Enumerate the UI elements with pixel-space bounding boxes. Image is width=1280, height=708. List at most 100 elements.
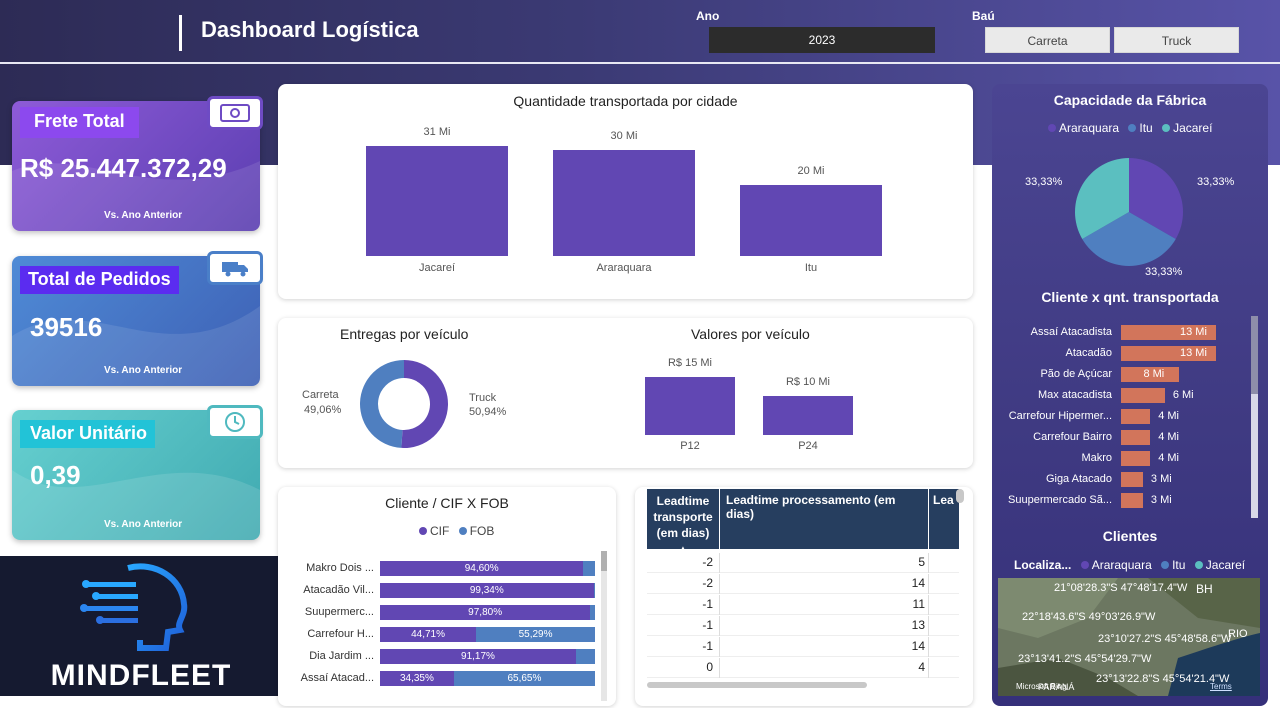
cliente-bar[interactable]: [1121, 472, 1143, 487]
cliente-bar-row[interactable]: Pão de Açúcar 8 Mi: [992, 367, 1268, 383]
column-divider: [719, 553, 720, 573]
cliente-scrollbar-thumb[interactable]: [1251, 316, 1258, 394]
cliente-bar-row[interactable]: Suupermercado Sã... 3 Mi: [992, 493, 1268, 509]
map-terms-link[interactable]: Terms: [1210, 682, 1232, 691]
row-label: Suupermerc...: [304, 606, 374, 618]
bar-value-label: 6 Mi: [1172, 389, 1194, 401]
bau-option-carreta[interactable]: Carreta: [985, 27, 1110, 53]
kpi-label: Total de Pedidos: [20, 266, 179, 294]
bar-fob[interactable]: 55,29%: [476, 627, 595, 642]
table-vertical-scrollbar-thumb[interactable]: [956, 489, 964, 503]
cliente-bar-row[interactable]: Carrefour Bairro 4 Mi: [992, 430, 1268, 446]
cif-fob-row[interactable]: Dia Jardim ... 91,17%: [278, 649, 618, 665]
cliente-bar[interactable]: [1121, 388, 1165, 403]
column-divider: [928, 553, 929, 573]
cif-fob-row[interactable]: Makro Dois ... 94,60%: [278, 561, 618, 577]
entregas-donut-chart: [360, 360, 448, 448]
cliente-bar-row[interactable]: Carrefour Hipermer... 4 Mi: [992, 409, 1268, 425]
bar-cif[interactable]: 91,17%: [380, 649, 576, 664]
map-coord: 23°13'41.2"S 45°54'29.7"W: [1018, 653, 1152, 665]
cell-leadtime-processamento: 11: [912, 597, 925, 611]
bar-cif[interactable]: 94,60%: [380, 561, 584, 576]
capacidade-legend: Araraquara Itu Jacareí: [1042, 121, 1212, 135]
cliente-bar[interactable]: [1121, 451, 1151, 466]
donut-slice-carreta[interactable]: [360, 360, 404, 448]
bar-0[interactable]: [366, 146, 508, 256]
bar-1[interactable]: [553, 149, 695, 256]
money-icon: [207, 96, 263, 130]
cliente-bar[interactable]: [1121, 430, 1151, 445]
table-horizontal-scrollbar-thumb[interactable]: [647, 682, 867, 688]
map-coord: 21°08'28.3"S 47°48'17.4"W: [1054, 582, 1188, 594]
row-label: Max atacadista: [1038, 389, 1112, 401]
bar-cif[interactable]: 34,35%: [380, 671, 454, 686]
clientes-map[interactable]: BH RIO PARANÁ 21°08'28.3"S 47°48'17.4"W …: [998, 578, 1260, 696]
table-row: -2 14: [647, 574, 959, 594]
legend-label: Itu: [1172, 558, 1186, 572]
cliente-bar-row[interactable]: Giga Atacado 3 Mi: [992, 472, 1268, 488]
valores-bar-1[interactable]: [763, 396, 853, 435]
valores-bar-0[interactable]: [645, 377, 735, 435]
bar-cif[interactable]: 97,80%: [380, 605, 591, 620]
kpi-value: R$ 25.447.372,29: [20, 153, 227, 183]
logo-text: MINDFLEET: [50, 659, 232, 692]
cliente-bar[interactable]: [1121, 409, 1151, 424]
legend-label-fob: FOB: [469, 524, 495, 538]
bar-fob[interactable]: [593, 583, 595, 598]
bar-cif[interactable]: 99,34%: [380, 583, 594, 598]
kpi-value: 0,39: [30, 460, 81, 490]
bar-category-label: P24: [798, 440, 818, 452]
donut-value-truck: 50,94%: [469, 406, 507, 418]
cif-scrollbar[interactable]: [601, 551, 607, 701]
capacidade-pie-chart: [1075, 158, 1183, 266]
legend-dot-araraquara: [1048, 124, 1056, 132]
legend-dot-fob: [458, 527, 467, 535]
bar-fob[interactable]: 65,65%: [453, 671, 595, 686]
header-label: Leadtime transporte (em dias): [653, 494, 713, 540]
bar-value-label: 20 Mi: [797, 165, 825, 178]
table-row: -1 14: [647, 637, 959, 657]
bar-2[interactable]: [740, 185, 882, 256]
map-coord: 23°10'27.2"S 45°48'58.6"W: [1098, 633, 1232, 645]
bar-fob[interactable]: [583, 561, 595, 576]
cif-fob-row[interactable]: Assaí Atacad... 34,35% 65,65%: [278, 671, 618, 687]
legend-label: Jacareí: [1173, 121, 1213, 135]
bar-category-label: Araraquara: [596, 262, 652, 274]
bar-cif[interactable]: 44,71%: [380, 627, 477, 642]
cell-leadtime-transporte: -1: [702, 597, 713, 611]
cliente-bar-row[interactable]: Assaí Atacadista 13 Mi: [992, 325, 1268, 341]
row-label: Atacadão Vil...: [303, 584, 374, 596]
table-header-leadtime-transporte[interactable]: Leadtime transporte (em dias) ▲: [647, 489, 719, 553]
column-divider: [928, 595, 929, 615]
cliente-bar[interactable]: [1121, 493, 1143, 508]
cif-fob-row[interactable]: Carrefour H... 44,71% 55,29%: [278, 627, 618, 643]
table-header-truncated[interactable]: Lea: [929, 489, 959, 549]
bar-fob[interactable]: [590, 605, 595, 620]
table-row: -2 5: [647, 553, 959, 573]
right-panel: Capacidade da Fábrica Araraquara Itu Jac…: [992, 84, 1268, 706]
row-label: Assaí Atacadista: [1030, 326, 1112, 338]
cliente-bar-row[interactable]: Makro 4 Mi: [992, 451, 1268, 467]
bau-option-truck[interactable]: Truck: [1114, 27, 1239, 53]
ano-filter-select[interactable]: 2023: [709, 27, 935, 53]
cif-fob-row[interactable]: Suupermerc... 97,80%: [278, 605, 618, 621]
legend-label: Jacareí: [1205, 558, 1246, 572]
bar-value-label: 4 Mi: [1158, 431, 1179, 443]
cif-scrollbar-thumb[interactable]: [601, 551, 607, 571]
ano-filter-label: Ano: [696, 9, 720, 23]
cif-fob-row[interactable]: Atacadão Vil... 99,34%: [278, 583, 618, 599]
row-label: Assaí Atacad...: [300, 672, 374, 684]
kpi-foot: Vs. Ano Anterior: [104, 210, 183, 221]
donut-slice-truck[interactable]: [401, 360, 448, 448]
brain-head-logo-icon: [80, 563, 188, 651]
bar-fob[interactable]: [576, 649, 595, 664]
cliente-bar-row[interactable]: Max atacadista 6 Mi: [992, 388, 1268, 404]
cell-leadtime-processamento: 4: [918, 660, 925, 674]
legend-dot-itu: [1128, 124, 1137, 132]
cliente-bar-row[interactable]: Atacadão 13 Mi: [992, 346, 1268, 362]
table-header-leadtime-processamento[interactable]: Leadtime processamento (em dias): [720, 489, 928, 549]
cell-leadtime-transporte: 0: [706, 660, 713, 674]
cliente-scrollbar[interactable]: [1251, 316, 1258, 518]
kpi-foot: Vs. Ano Anterior: [104, 365, 183, 376]
cell-leadtime-transporte: -2: [702, 576, 713, 590]
